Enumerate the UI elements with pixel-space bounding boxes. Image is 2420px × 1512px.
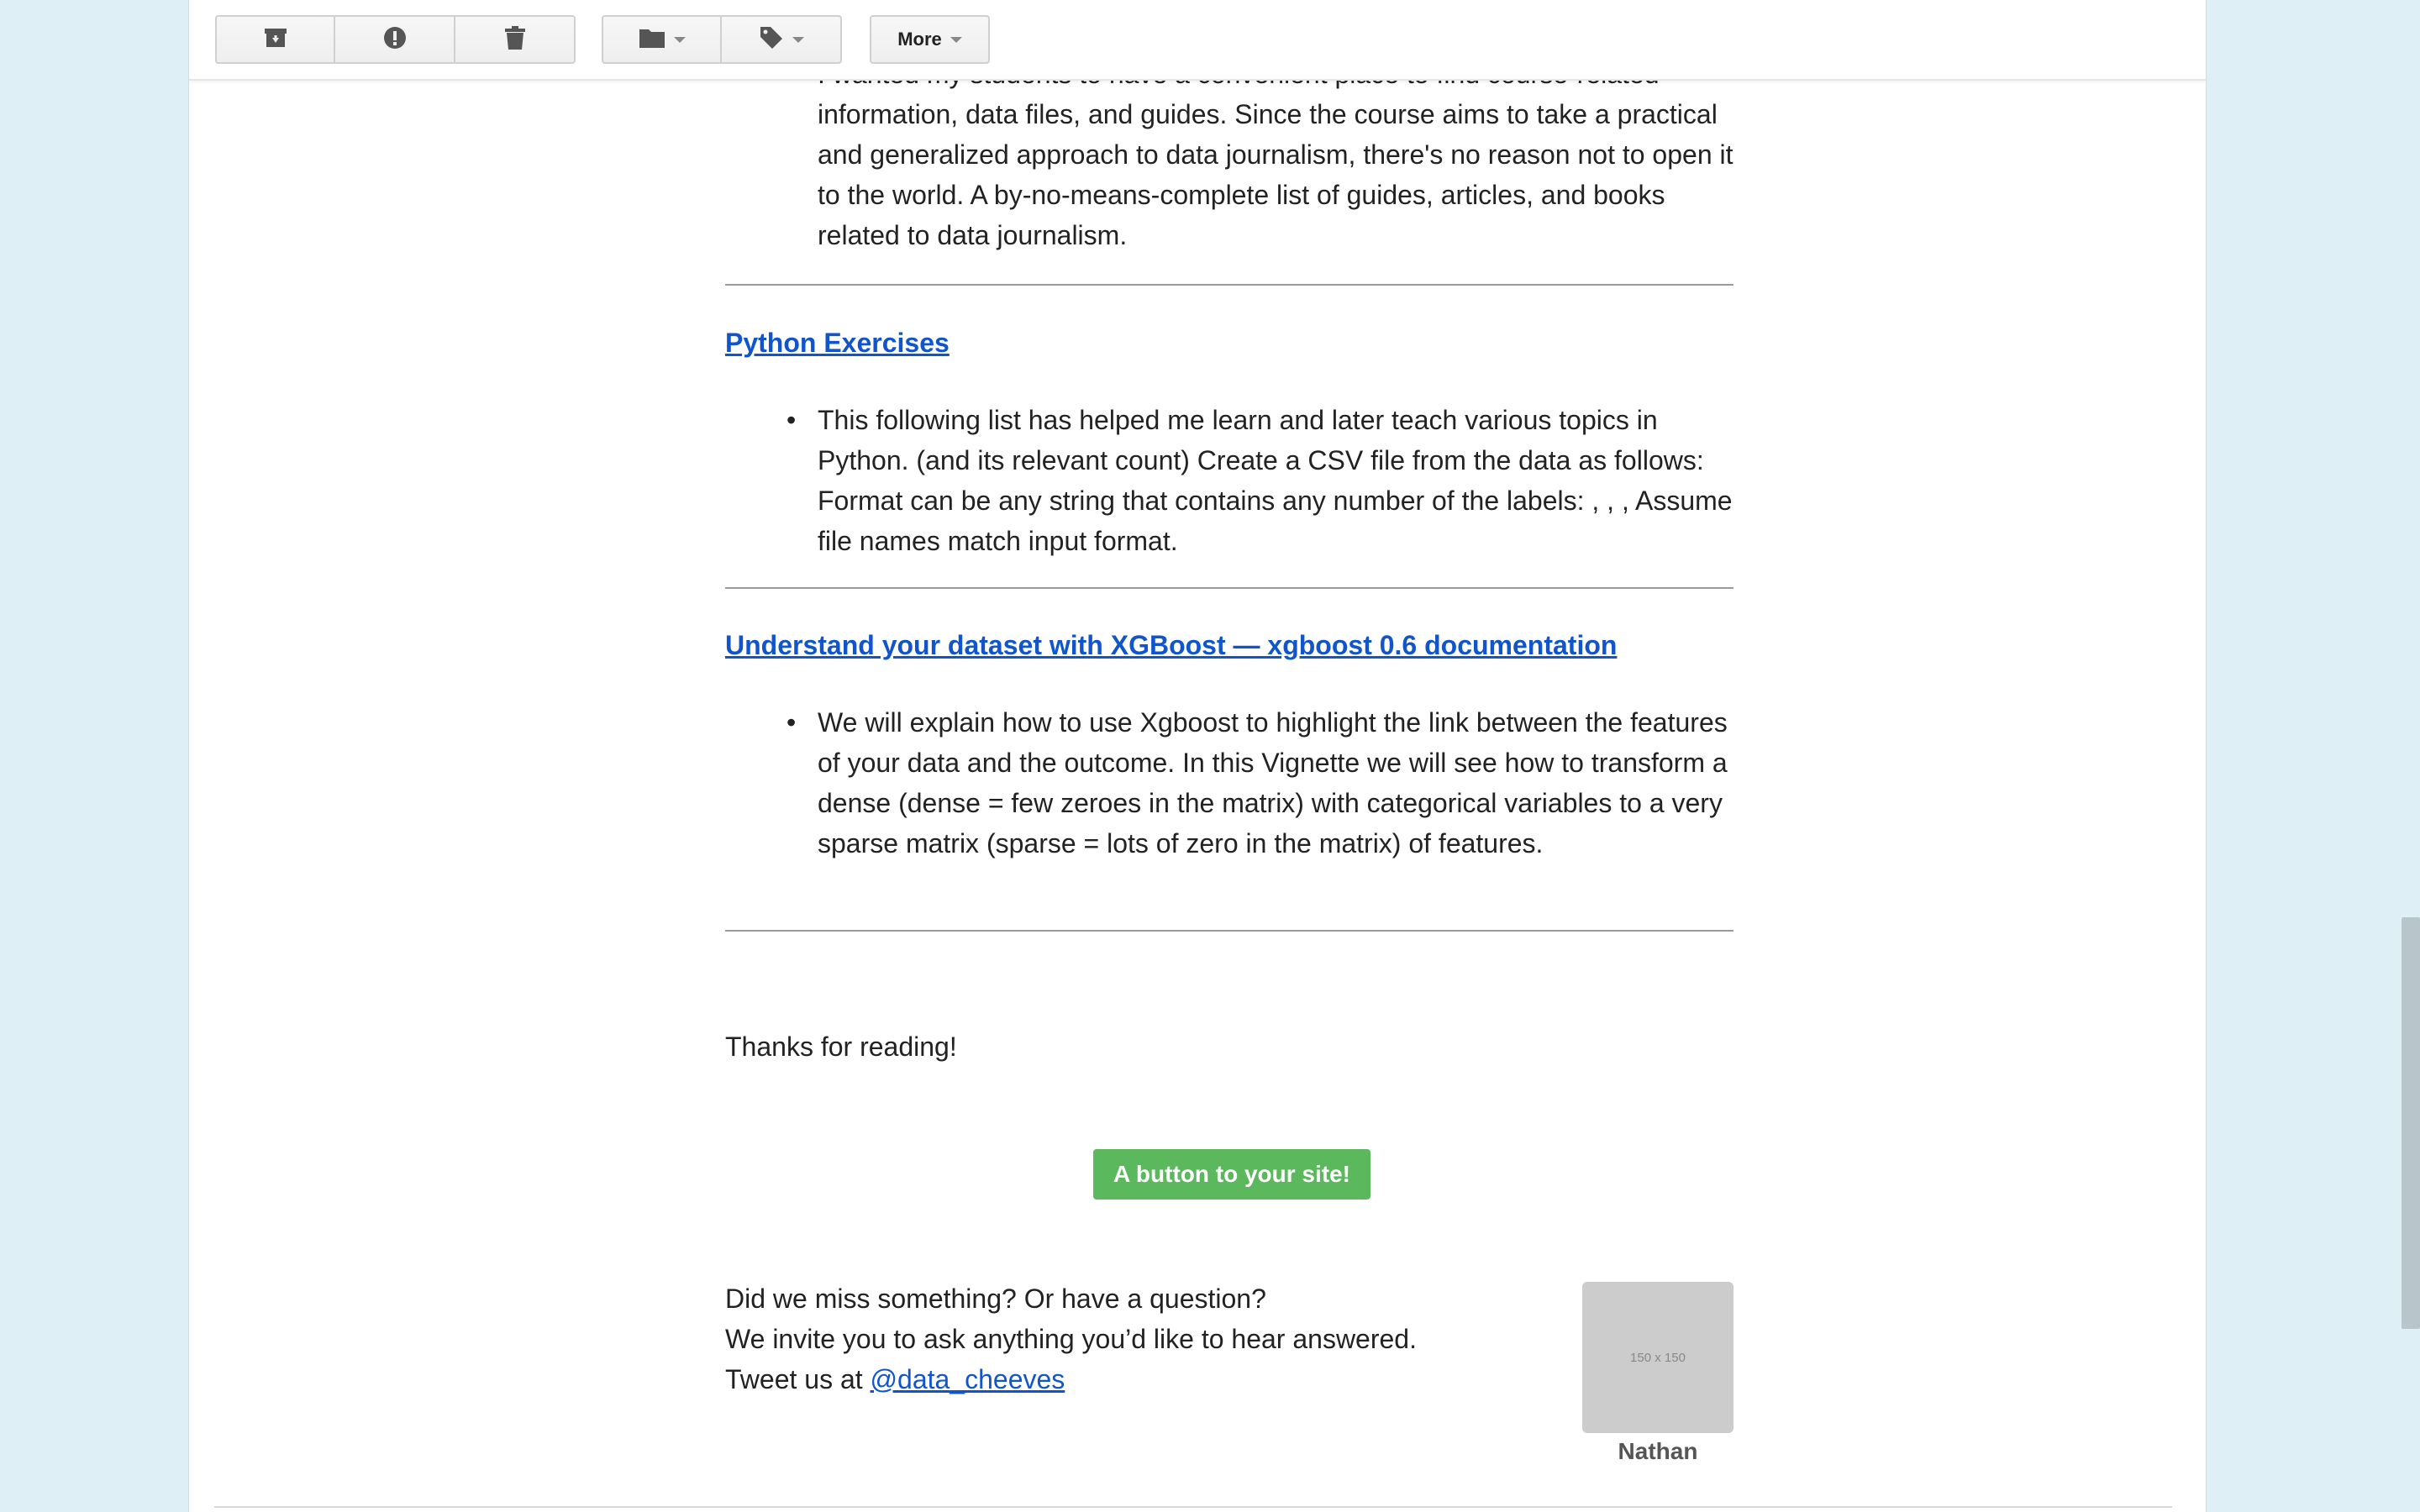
chevron-down-icon (792, 36, 804, 43)
chevron-down-icon (950, 36, 962, 43)
spam-icon (382, 25, 408, 55)
more-button-group: More (870, 15, 990, 64)
report-spam-button[interactable] (335, 15, 455, 64)
message-toolbar: More (189, 0, 2206, 81)
footer-tweet: Tweet us at @data_cheeves (725, 1364, 1065, 1395)
author-name: Nathan (1618, 1438, 1698, 1464)
divider (725, 284, 1733, 286)
email-panel: More I wanted my students to have a conv… (188, 0, 2207, 1512)
section-description: We will explain how to use Xgboost to hi… (818, 707, 1728, 858)
divider (725, 930, 1733, 932)
bullet-marker: • (786, 405, 797, 435)
divider (214, 1506, 2172, 1508)
labels-button[interactable] (722, 15, 842, 64)
site-button[interactable]: A button to your site! (1093, 1149, 1370, 1200)
archive-icon (263, 27, 288, 53)
divider (725, 587, 1733, 589)
scrollbar-thumb[interactable] (2402, 917, 2420, 1329)
bullet-marker: • (786, 707, 797, 738)
trash-icon (504, 25, 526, 55)
thanks-text: Thanks for reading! (725, 1032, 957, 1062)
more-button[interactable]: More (870, 15, 990, 64)
label-tag-icon (759, 25, 784, 55)
move-to-button[interactable] (602, 15, 722, 64)
footer-question: Did we miss something? Or have a questio… (725, 1284, 1266, 1314)
footer-invite: We invite you to ask anything you’d like… (725, 1324, 1417, 1354)
action-button-group (215, 15, 576, 64)
section-heading-python-exercises[interactable]: Python Exercises (725, 328, 950, 359)
avatar-placeholder-text: 150 x 150 (1630, 1350, 1686, 1365)
delete-button[interactable] (455, 15, 576, 64)
section-description: This following list has helped me learn … (818, 405, 1733, 556)
footer-tweet-prefix: Tweet us at (725, 1364, 871, 1394)
avatar-placeholder: 150 x 150 (1582, 1282, 1733, 1433)
archive-button[interactable] (215, 15, 335, 64)
more-label: More (897, 29, 942, 50)
section-heading-xgboost[interactable]: Understand your dataset with XGBoost — x… (725, 630, 1617, 661)
chevron-down-icon (673, 36, 686, 43)
organize-button-group (602, 15, 842, 64)
folder-icon (639, 27, 666, 53)
intro-paragraph: I wanted my students to have a convenien… (818, 59, 1733, 250)
twitter-handle-link[interactable]: @data_cheeves (871, 1364, 1065, 1394)
